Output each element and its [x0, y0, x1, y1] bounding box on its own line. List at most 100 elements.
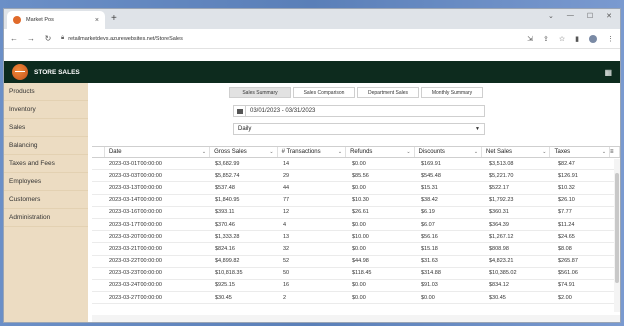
row-selector[interactable] [92, 182, 105, 193]
transactions-cell: 12 [283, 209, 290, 216]
period-select[interactable]: Daily ▼ [233, 123, 485, 135]
minimize-icon[interactable]: — [567, 12, 574, 20]
lock-icon: 🔒︎ [61, 35, 65, 41]
more-menu-icon[interactable]: ⋮ [607, 35, 614, 43]
table-row[interactable]: 2023-03-13T00:00:00 $537.48 44 $0.00 $15.31 $… [92, 182, 620, 195]
table-row[interactable]: 2023-03-23T00:00:00 $10,818.35 50 $118.45 $3… [92, 268, 620, 280]
row-selector[interactable] [92, 268, 105, 279]
calendar-icon[interactable] [234, 105, 246, 117]
row-selector[interactable] [92, 256, 105, 267]
table-row[interactable]: 2023-03-27T00:00:00 $30.45 2 $0.00 $0.00 $30.… [92, 292, 620, 305]
column-header-refunds[interactable]: Refunds ⌄ [346, 147, 415, 157]
reload-icon[interactable]: ↻ [44, 34, 52, 43]
sidebar-item-customers[interactable]: Customers [4, 191, 88, 209]
tab-sales-summary[interactable]: Sales Summary [229, 87, 291, 98]
refunds-cell: $0.00 [352, 221, 366, 228]
transactions-cell: 32 [283, 245, 290, 252]
row-selector[interactable] [92, 231, 105, 242]
net-sales-cell: $4,823.21 [489, 258, 514, 265]
column-header-gross-sales[interactable]: Gross Sales ⌄ [210, 147, 278, 157]
row-selector[interactable] [92, 243, 105, 254]
row-selector[interactable] [92, 207, 105, 218]
url-field[interactable]: 🔒︎ retailmarketdevs.azurewebsites.net/St… [61, 35, 518, 42]
sidebar-item-sales[interactable]: Sales [4, 119, 88, 137]
table-row[interactable]: 2023-03-16T00:00:00 $393.11 12 $26.61 $6.19 $… [92, 207, 620, 219]
bookmark-star-icon[interactable]: ☆ [559, 35, 565, 43]
sidebar-item-inventory[interactable]: Inventory [4, 101, 88, 119]
column-menu-icon[interactable]: ⌄ [602, 149, 606, 155]
gross-sales-cell: $925.15 [215, 282, 235, 289]
table-row[interactable]: 2023-03-14T00:00:00 $1,840.95 77 $10.30 $38.… [92, 195, 620, 207]
browser-toolbar-icons: ⇲ ⇪ ☆ ▮ ⋮ [527, 34, 614, 43]
row-selector[interactable] [92, 195, 105, 206]
sidebar-toggle-icon[interactable]: ▮ [575, 35, 579, 43]
column-header-net-sales[interactable]: Net Sales ⌄ [482, 147, 551, 157]
row-selector[interactable] [92, 158, 105, 169]
maximize-icon[interactable]: ☐ [587, 12, 593, 20]
column-header-discounts[interactable]: Discounts ⌄ [415, 147, 483, 157]
column-header-date[interactable]: Date ⌄ [105, 147, 211, 157]
row-selector[interactable] [92, 292, 105, 303]
install-app-icon[interactable]: ⇲ [527, 35, 533, 43]
vertical-scrollbar[interactable] [614, 159, 620, 312]
table-row[interactable]: 2023-03-03T00:00:00 $5,852.74 29 $85.56 $545… [92, 170, 620, 183]
scrollbar-thumb[interactable] [615, 173, 619, 283]
profile-avatar-icon[interactable] [589, 34, 597, 43]
close-window-icon[interactable]: ✕ [606, 12, 612, 20]
refunds-cell: $0.00 [352, 294, 366, 301]
refunds-cell: $85.56 [352, 172, 369, 179]
table-row[interactable]: 2023-03-21T00:00:00 $824.16 32 $0.00 $15.18 $… [92, 243, 620, 256]
sidebar-item-products[interactable]: Products [4, 83, 88, 101]
taxes-cell: $26.10 [558, 197, 575, 204]
transactions-cell: 13 [283, 233, 290, 240]
taxes-cell: $2.00 [558, 294, 572, 301]
transactions-cell: 44 [283, 184, 290, 191]
column-menu-icon[interactable]: ⌄ [542, 149, 546, 155]
tab-department-sales[interactable]: Department Sales [357, 87, 419, 98]
grid-body: 2023-03-01T00:00:00 $3,682.99 14 $0.00 $169.… [92, 158, 620, 305]
chevron-down-icon[interactable]: ⌄ [548, 12, 554, 20]
column-menu-icon[interactable]: ⌄ [406, 149, 410, 155]
column-menu-icon[interactable]: ⌄ [338, 149, 342, 155]
grid-menu-icon[interactable]: ≡ [610, 147, 620, 157]
forward-arrow-icon[interactable]: → [27, 34, 35, 43]
tab-monthly-summary[interactable]: Monthly Summary [421, 87, 483, 98]
column-menu-icon[interactable]: ⌄ [202, 149, 206, 155]
basketball-logo-icon[interactable] [12, 64, 28, 80]
transactions-cell: 52 [283, 258, 290, 265]
browser-tab[interactable]: Market Pos × [7, 11, 105, 29]
sidebar-item-taxes-and-fees[interactable]: Taxes and Fees [4, 155, 88, 173]
horizontal-scrollbar[interactable] [92, 315, 620, 322]
table-row[interactable]: 2023-03-22T00:00:00 $4,899.82 52 $44.98 $31.… [92, 256, 620, 268]
sidebar-item-balancing[interactable]: Balancing [4, 137, 88, 155]
back-arrow-icon[interactable]: ← [10, 34, 18, 43]
column-header-taxes[interactable]: Taxes ⌄ [550, 147, 611, 157]
transactions-cell: 77 [283, 197, 290, 204]
row-selector[interactable] [92, 280, 105, 291]
refunds-cell: $0.00 [352, 282, 366, 289]
row-selector[interactable] [92, 219, 105, 230]
discounts-cell: $15.18 [421, 245, 438, 252]
sidebar-item-administration[interactable]: Administration [4, 209, 88, 227]
app-body: Products Inventory Sales Balancing Taxes… [4, 83, 620, 322]
tab-strip: Market Pos × + ⌄ — ☐ ✕ [4, 9, 620, 29]
tab-sales-comparison[interactable]: Sales Comparison [293, 87, 355, 98]
table-row[interactable]: 2023-03-01T00:00:00 $3,682.99 14 $0.00 $169.… [92, 158, 620, 171]
column-menu-icon[interactable]: ⌄ [269, 149, 273, 155]
sidebar-item-employees[interactable]: Employees [4, 173, 88, 191]
taxes-cell: $11.24 [558, 221, 575, 228]
row-selector[interactable] [92, 170, 105, 181]
share-icon[interactable]: ⇪ [543, 35, 549, 43]
apps-grid-icon[interactable]: ▦ [604, 68, 612, 77]
discounts-cell: $6.19 [421, 209, 435, 216]
table-row[interactable]: 2023-03-20T00:00:00 $1,333.28 13 $10.00 $56.… [92, 231, 620, 244]
column-header-transactions[interactable]: # Transactions ⌄ [278, 147, 347, 157]
net-sales-cell: $522.17 [489, 184, 509, 191]
table-row[interactable]: 2023-03-17T00:00:00 $370.46 4 $0.00 $6.07 $36… [92, 219, 620, 232]
new-tab-icon[interactable]: + [111, 13, 117, 24]
discounts-cell: $545.48 [421, 172, 441, 179]
close-tab-icon[interactable]: × [95, 17, 99, 24]
table-row[interactable]: 2023-03-24T00:00:00 $925.15 16 $0.00 $91.03 $… [92, 280, 620, 293]
column-menu-icon[interactable]: ⌄ [474, 149, 478, 155]
date-range-picker[interactable]: 03/01/2023 - 03/31/2023 [233, 105, 485, 117]
